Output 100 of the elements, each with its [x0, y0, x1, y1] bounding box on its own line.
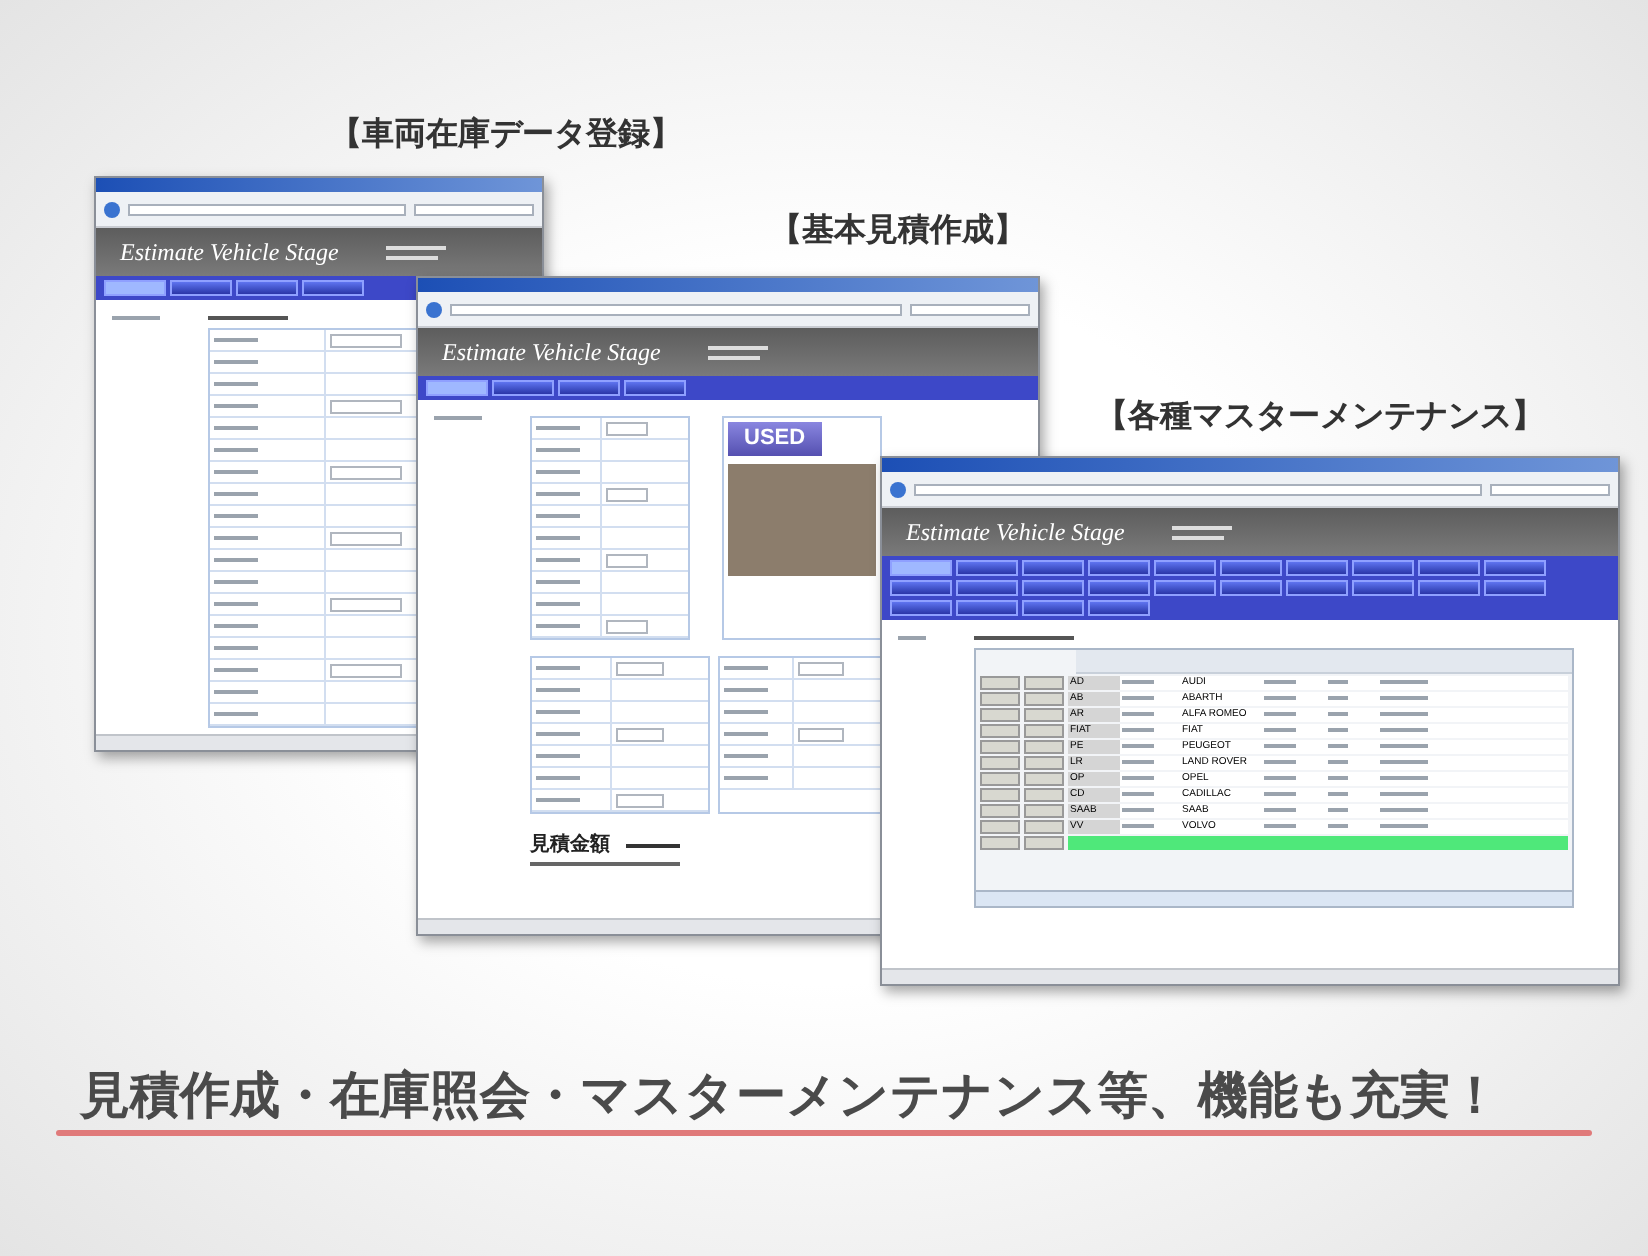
nav-tab[interactable] [1418, 560, 1480, 576]
search-field[interactable] [1490, 483, 1610, 495]
nav-tab[interactable] [1154, 580, 1216, 596]
placeholder-line [1122, 792, 1154, 796]
edit-button[interactable] [1024, 819, 1064, 833]
search-field[interactable] [414, 203, 534, 215]
address-field[interactable] [914, 483, 1482, 495]
nav-tab[interactable] [1022, 560, 1084, 576]
placeholder-line [536, 798, 580, 802]
nav-tab[interactable] [956, 580, 1018, 596]
edit-button[interactable] [980, 771, 1020, 785]
input-field[interactable] [798, 661, 845, 675]
nav-tab[interactable] [170, 280, 232, 296]
input-field[interactable] [615, 661, 665, 675]
input-field[interactable] [606, 487, 649, 501]
placeholder-line [214, 514, 258, 518]
edit-button[interactable] [980, 675, 1020, 689]
back-icon[interactable] [104, 201, 120, 217]
placeholder-line [708, 355, 761, 359]
edit-button[interactable] [980, 707, 1020, 721]
new-row[interactable] [1068, 835, 1568, 849]
edit-button[interactable] [1024, 835, 1064, 849]
address-field[interactable] [128, 203, 406, 215]
nav-tab[interactable] [1286, 560, 1348, 576]
edit-button[interactable] [1024, 739, 1064, 753]
back-icon[interactable] [890, 481, 906, 497]
placeholder-line [536, 514, 580, 518]
placeholder-line [1122, 712, 1154, 716]
edit-button[interactable] [980, 835, 1020, 849]
nav-tab[interactable] [956, 560, 1018, 576]
placeholder-line [724, 776, 768, 780]
edit-button[interactable] [1024, 755, 1064, 769]
address-field[interactable] [450, 303, 902, 315]
placeholder-line [1264, 808, 1296, 812]
edit-button[interactable] [980, 739, 1020, 753]
input-field[interactable] [615, 727, 665, 741]
placeholder-line [1264, 712, 1296, 716]
edit-button[interactable] [980, 691, 1020, 705]
nav-tab[interactable] [492, 380, 554, 396]
edit-button[interactable] [1024, 771, 1064, 785]
nav-tab[interactable] [1022, 600, 1084, 616]
nav-tab[interactable] [1352, 560, 1414, 576]
placeholder-line [536, 492, 580, 496]
input-field[interactable] [798, 727, 845, 741]
placeholder-line [1122, 808, 1154, 812]
input-field[interactable] [329, 531, 403, 545]
placeholder-line [214, 404, 258, 408]
input-field[interactable] [329, 465, 403, 479]
input-field[interactable] [606, 421, 649, 435]
edit-button[interactable] [1024, 675, 1064, 689]
nav-tab[interactable] [1352, 580, 1414, 596]
placeholder-line [1380, 792, 1428, 796]
placeholder-line [1380, 680, 1428, 684]
placeholder-line [1380, 808, 1428, 812]
placeholder-line [1264, 776, 1296, 780]
input-field[interactable] [329, 663, 403, 677]
input-field[interactable] [606, 553, 649, 567]
nav-tab[interactable] [956, 600, 1018, 616]
edit-button[interactable] [1024, 691, 1064, 705]
input-field[interactable] [329, 333, 403, 347]
edit-button[interactable] [980, 787, 1020, 801]
input-field[interactable] [606, 619, 649, 633]
input-field[interactable] [329, 597, 403, 611]
back-icon[interactable] [426, 301, 442, 317]
nav-tab[interactable] [1088, 600, 1150, 616]
placeholder-line [208, 316, 288, 320]
nav-tab[interactable] [890, 580, 952, 596]
nav-tab[interactable] [1220, 580, 1282, 596]
nav-tab[interactable] [1484, 560, 1546, 576]
input-field[interactable] [615, 793, 665, 807]
edit-button[interactable] [980, 819, 1020, 833]
nav-tab[interactable] [890, 600, 952, 616]
nav-tab[interactable] [624, 380, 686, 396]
edit-button[interactable] [1024, 803, 1064, 817]
edit-button[interactable] [1024, 723, 1064, 737]
search-field[interactable] [910, 303, 1030, 315]
placeholder-line [1122, 696, 1154, 700]
nav-tab[interactable] [236, 280, 298, 296]
nav-tab[interactable] [1418, 580, 1480, 596]
placeholder-line [1172, 525, 1233, 529]
nav-tab[interactable] [1220, 560, 1282, 576]
placeholder-line [536, 426, 580, 430]
nav-tab[interactable] [558, 380, 620, 396]
nav-tab[interactable] [1484, 580, 1546, 596]
nav-tab[interactable] [1088, 580, 1150, 596]
placeholder-line [1264, 824, 1296, 828]
nav-tab[interactable] [1088, 560, 1150, 576]
edit-button[interactable] [980, 755, 1020, 769]
input-field[interactable] [329, 399, 403, 413]
nav-tab[interactable] [1286, 580, 1348, 596]
placeholder-line [1380, 712, 1428, 716]
edit-button[interactable] [1024, 787, 1064, 801]
nav-tab[interactable] [1022, 580, 1084, 596]
edit-button[interactable] [1024, 707, 1064, 721]
nav-tab[interactable] [1154, 560, 1216, 576]
edit-button[interactable] [980, 803, 1020, 817]
nav-tab[interactable] [302, 280, 364, 296]
edit-button[interactable] [980, 723, 1020, 737]
placeholder-line [708, 345, 769, 349]
placeholder-line [536, 754, 580, 758]
